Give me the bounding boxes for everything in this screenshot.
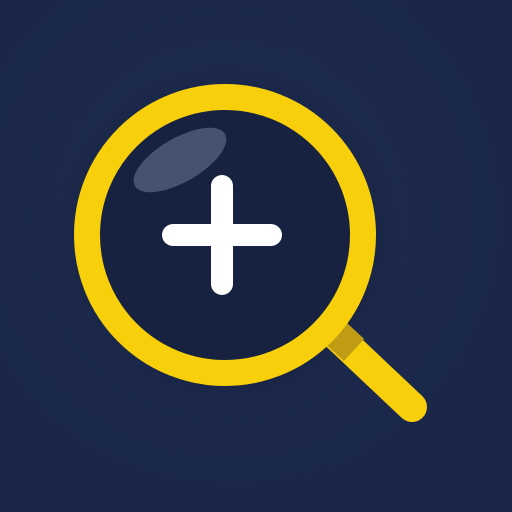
zoom-in-icon[interactable] (0, 0, 512, 512)
icon-canvas (0, 0, 512, 512)
